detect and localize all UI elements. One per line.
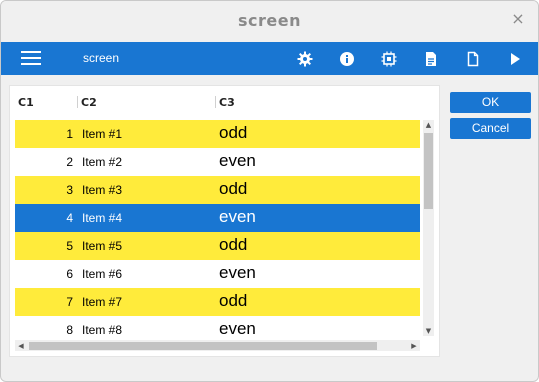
dialog-window: screen × screen C1 C2 C3 1 Item #1 odd 2… [0, 0, 539, 382]
cell-c3: even [219, 207, 256, 226]
table-row[interactable]: 8 Item #8 even [15, 316, 420, 336]
cell-c2: Item #3 [82, 183, 123, 197]
cell-c3: even [219, 151, 256, 170]
scroll-down-arrow-icon[interactable]: ▼ [423, 327, 434, 335]
cell-c2: Item #8 [82, 323, 123, 336]
vertical-scroll-thumb[interactable] [424, 133, 433, 209]
cell-c2: Item #6 [82, 267, 123, 281]
column-header-c1[interactable]: C1 [18, 96, 34, 109]
toolbar-title: screen [83, 51, 120, 65]
chip-icon[interactable] [381, 51, 397, 67]
cell-c3: odd [219, 235, 248, 254]
info-icon[interactable] [339, 51, 355, 67]
window-title: screen [238, 11, 301, 30]
scroll-left-arrow-icon[interactable]: ◀ [17, 342, 25, 350]
gear-icon[interactable] [297, 51, 313, 67]
cell-c1: 2 [66, 155, 73, 169]
cell-c1: 6 [66, 267, 73, 281]
title-bar: screen × [1, 1, 538, 42]
horizontal-scroll-thumb[interactable] [29, 342, 377, 350]
cell-c2: Item #1 [82, 127, 123, 141]
table-row[interactable]: 7 Item #7 odd [15, 288, 420, 316]
column-divider[interactable] [215, 96, 216, 108]
close-icon[interactable]: × [510, 11, 526, 27]
document-icon[interactable] [423, 51, 439, 67]
cell-c3: odd [219, 179, 248, 198]
cell-c3: even [219, 263, 256, 282]
cell-c3: even [219, 319, 256, 336]
cell-c1: 5 [66, 239, 73, 253]
column-header-c3[interactable]: C3 [219, 96, 235, 109]
table-row[interactable]: 2 Item #2 even [15, 148, 420, 176]
table-body: 1 Item #1 odd 2 Item #2 even 3 Item #3 o… [15, 120, 420, 336]
cell-c2: Item #4 [82, 211, 123, 225]
column-divider[interactable] [77, 96, 78, 108]
vertical-scrollbar[interactable]: ▲ ▼ [423, 120, 434, 336]
cell-c2: Item #5 [82, 239, 123, 253]
cell-c2: Item #2 [82, 155, 123, 169]
table-row[interactable]: 5 Item #5 odd [15, 232, 420, 260]
hamburger-menu-icon[interactable] [21, 51, 41, 67]
cell-c1: 7 [66, 295, 73, 309]
toolbar: screen [1, 42, 538, 75]
cell-c3: odd [219, 291, 248, 310]
cancel-button[interactable]: Cancel [450, 118, 531, 139]
column-header-c2[interactable]: C2 [81, 96, 97, 109]
table-header: C1 C2 C3 [10, 86, 439, 116]
scroll-up-arrow-icon[interactable]: ▲ [423, 121, 434, 129]
cell-c1: 8 [66, 323, 73, 336]
cell-c1: 4 [66, 211, 73, 225]
scroll-right-arrow-icon[interactable]: ▶ [410, 342, 418, 350]
cell-c1: 1 [66, 127, 73, 141]
cell-c1: 3 [66, 183, 73, 197]
file-icon[interactable] [465, 51, 481, 67]
ok-button[interactable]: OK [450, 92, 531, 113]
table-row-selected[interactable]: 4 Item #4 even [15, 204, 420, 232]
table-row[interactable]: 6 Item #6 even [15, 260, 420, 288]
cell-c3: odd [219, 123, 248, 142]
horizontal-scrollbar[interactable]: ◀ ▶ [15, 340, 420, 351]
cell-c2: Item #7 [82, 295, 123, 309]
table-panel: C1 C2 C3 1 Item #1 odd 2 Item #2 even 3 … [9, 85, 440, 357]
table-row[interactable]: 3 Item #3 odd [15, 176, 420, 204]
table-row[interactable]: 1 Item #1 odd [15, 120, 420, 148]
play-icon[interactable] [507, 51, 523, 67]
